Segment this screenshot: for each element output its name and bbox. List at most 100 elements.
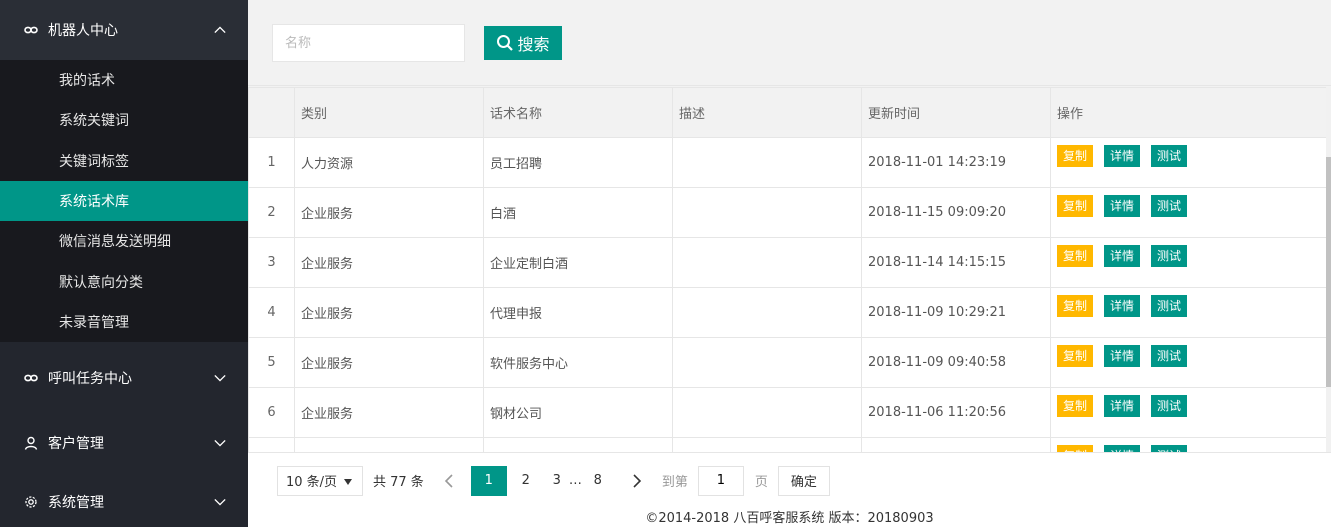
- detail-button[interactable]: 详情: [1104, 294, 1141, 317]
- copy-button[interactable]: 复制: [1057, 444, 1094, 452]
- column-header-actions: 操作: [1050, 87, 1326, 138]
- chevron-down-icon: [214, 439, 226, 447]
- test-button[interactable]: 测试: [1151, 344, 1188, 367]
- footer-copyright: ©2014-2018 八百呼客服系统 版本：20180903: [248, 508, 1331, 527]
- sidebar-item-system-keywords[interactable]: 系统关键词: [0, 100, 248, 140]
- test-button[interactable]: 测试: [1151, 144, 1188, 167]
- page-button-3[interactable]: 3: [545, 466, 569, 496]
- table-row: 6 企业服务 钢材公司 2018-11-06 11:20:56 复制 详情 测试: [248, 387, 1326, 438]
- page-button-2[interactable]: 2: [511, 466, 541, 496]
- sidebar-item-my-scripts[interactable]: 我的话术: [0, 60, 248, 100]
- test-button[interactable]: 测试: [1151, 394, 1188, 417]
- goto-label: 到第: [661, 475, 688, 490]
- category-cell: 企业服务: [294, 287, 484, 338]
- category-cell: [294, 437, 484, 452]
- copy-button[interactable]: 复制: [1057, 294, 1094, 317]
- category-cell: 企业服务: [294, 337, 484, 388]
- description-cell: [672, 437, 862, 452]
- page-ellipsis: …: [568, 473, 582, 488]
- page-button-1[interactable]: 1: [470, 465, 507, 496]
- detail-button[interactable]: 详情: [1104, 144, 1141, 167]
- search-button[interactable]: 搜索: [484, 26, 562, 60]
- updated-time-cell: 2018-11-09 10:29:21: [861, 287, 1051, 338]
- description-cell: [672, 187, 862, 238]
- table-row: 2 企业服务 白酒 2018-11-15 09:09:20 复制 详情 测试: [248, 187, 1326, 238]
- category-cell: 企业服务: [294, 187, 484, 238]
- test-button[interactable]: 测试: [1151, 294, 1188, 317]
- nav-group-call-task-center[interactable]: 呼叫任务中心: [0, 342, 248, 413]
- confirm-goto-button[interactable]: 确定: [777, 465, 830, 496]
- detail-button[interactable]: 详情: [1104, 394, 1141, 417]
- copy-button[interactable]: 复制: [1057, 344, 1094, 367]
- description-cell: [672, 137, 862, 188]
- goto-page-input[interactable]: [697, 465, 744, 496]
- copy-button[interactable]: 复制: [1057, 394, 1094, 417]
- row-actions: 复制详情测试: [1057, 294, 1320, 317]
- sidebar-item-keyword-tags[interactable]: 关键词标签: [0, 141, 248, 181]
- description-cell: [672, 337, 862, 388]
- nav-group-customer-management[interactable]: 客户管理: [0, 413, 248, 472]
- script-name-cell: 企业定制白酒: [483, 237, 673, 288]
- row-actions: 复制 详情 测试: [1057, 444, 1320, 452]
- nav-children: 我的话术 系统关键词 关键词标签 系统话术库 微信消息发送明细 默认意向分类 未…: [0, 60, 248, 343]
- nav-group-robot-center[interactable]: 机器人中心: [0, 0, 248, 60]
- search-button-label: 搜索: [517, 35, 550, 54]
- script-name-cell: 钢材公司: [483, 387, 673, 438]
- sidebar-item-label: 系统关键词: [59, 113, 129, 130]
- main-content: 搜索 类别 话术名称 描述 更新时间 操作 1人力: [248, 0, 1331, 527]
- column-header-description: 描述: [672, 87, 862, 138]
- description-cell: [672, 237, 862, 288]
- actions-cell: 复制详情测试: [1050, 387, 1326, 438]
- copy-button[interactable]: 复制: [1057, 194, 1094, 217]
- script-table: 类别 话术名称 描述 更新时间 操作 1 人力资源 员工招聘 2018-11-01 1…: [248, 87, 1326, 452]
- index-cell: 4: [248, 287, 295, 338]
- updated-time-cell: 2018-11-15 09:09:20: [861, 187, 1051, 238]
- detail-button[interactable]: 详情: [1104, 244, 1141, 267]
- nav-group-label: 客户管理: [48, 435, 104, 452]
- per-page-select[interactable]: 10 条/页: [277, 465, 363, 496]
- sidebar-item-wechat-message-details[interactable]: 微信消息发送明细: [0, 221, 248, 261]
- search-toolbar: 搜索: [248, 0, 1331, 86]
- page-suffix: 页: [754, 475, 768, 490]
- app-layout: 机器人中心 我的话术 系统关键词 关键词标签 系统话术库 微信消息发送明细 默认…: [0, 0, 1331, 527]
- description-cell: [672, 287, 862, 338]
- copy-button[interactable]: 复制: [1057, 144, 1094, 167]
- actions-cell: 复制详情测试: [1050, 137, 1326, 188]
- category-cell: 人力资源: [294, 137, 484, 188]
- sidebar-item-label: 未录音管理: [59, 314, 129, 331]
- test-button[interactable]: 测试: [1151, 244, 1188, 267]
- updated-time-cell: [861, 437, 1051, 452]
- column-header-category: 类别: [294, 87, 484, 138]
- scrollbar-thumb[interactable]: [1326, 157, 1331, 387]
- detail-button[interactable]: 详情: [1104, 194, 1141, 217]
- copy-button[interactable]: 复制: [1057, 244, 1094, 267]
- category-cell: 企业服务: [294, 237, 484, 288]
- link-icon: [22, 373, 40, 383]
- prev-page-button[interactable]: [434, 466, 464, 496]
- sidebar-item-label: 系统话术库: [59, 194, 129, 211]
- script-name-cell: 白酒: [483, 187, 673, 238]
- table-row: 复制 详情 测试: [248, 437, 1326, 452]
- index-cell: [248, 437, 295, 452]
- search-input[interactable]: [272, 24, 465, 62]
- page-button-8[interactable]: 8: [586, 466, 610, 496]
- detail-button[interactable]: 详情: [1104, 444, 1141, 452]
- sidebar-item-default-intent-categories[interactable]: 默认意向分类: [0, 261, 248, 301]
- actions-cell: 复制详情测试: [1050, 287, 1326, 338]
- gear-icon: [22, 495, 40, 509]
- index-cell: 6: [248, 387, 295, 438]
- detail-button[interactable]: 详情: [1104, 344, 1141, 367]
- updated-time-cell: 2018-11-09 09:40:58: [861, 337, 1051, 388]
- nav-group-label: 系统管理: [48, 495, 104, 512]
- next-page-button[interactable]: [622, 466, 652, 496]
- row-actions: 复制详情测试: [1057, 144, 1320, 167]
- updated-time-cell: 2018-11-01 14:23:19: [861, 137, 1051, 188]
- table-row: 5 企业服务 软件服务中心 2018-11-09 09:40:58 复制 详情 测试: [248, 337, 1326, 388]
- test-button[interactable]: 测试: [1151, 194, 1188, 217]
- actions-cell: 复制详情测试: [1050, 187, 1326, 238]
- table-scrollbar[interactable]: [1326, 87, 1331, 452]
- sidebar-item-system-script-library[interactable]: 系统话术库: [0, 180, 248, 222]
- nav-group-system-management[interactable]: 系统管理: [0, 472, 248, 527]
- test-button[interactable]: 测试: [1151, 444, 1188, 452]
- sidebar-item-unrecorded-management[interactable]: 未录音管理: [0, 302, 248, 342]
